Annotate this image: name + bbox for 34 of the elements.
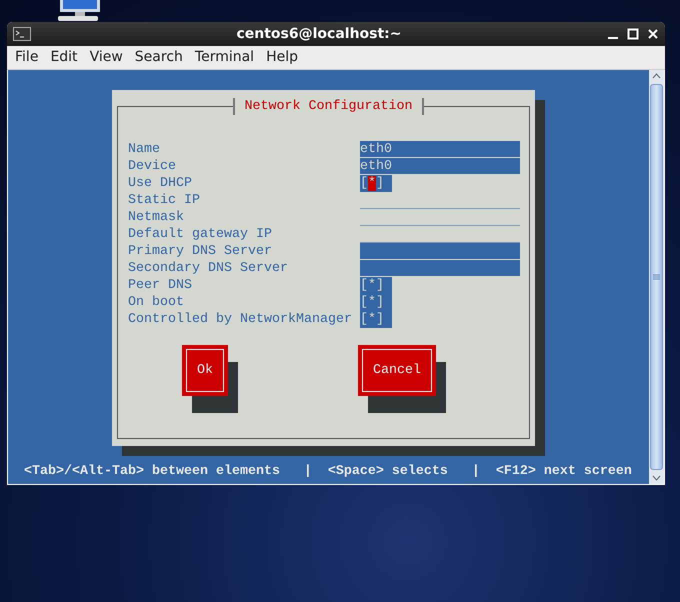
input-field[interactable]: eth0	[360, 158, 520, 175]
field-label: On boot	[128, 294, 185, 311]
checkbox[interactable]: [*]	[360, 277, 392, 294]
input-field[interactable]	[360, 260, 520, 277]
field-label: Device	[128, 158, 177, 175]
checkbox[interactable]: [*]	[360, 311, 392, 328]
cancel-button[interactable]: Cancel	[358, 345, 436, 396]
field-label: Secondary DNS Server	[128, 260, 289, 277]
ok-button[interactable]: Ok	[182, 345, 228, 396]
menu-item[interactable]: Terminal	[188, 47, 260, 68]
menu-item[interactable]: View	[84, 47, 129, 68]
checkbox[interactable]: [*]	[360, 175, 392, 192]
field-label: Primary DNS Server	[128, 243, 273, 260]
dialog-title: Network Configuration	[232, 98, 424, 115]
close-icon[interactable]	[647, 28, 659, 40]
field-label: Controlled by NetworkManager	[128, 311, 353, 328]
menu-item[interactable]: Search	[128, 47, 189, 68]
terminal-icon	[13, 27, 31, 41]
menu-item[interactable]: File	[9, 47, 44, 68]
checkbox[interactable]: [*]	[360, 294, 392, 311]
input-field[interactable]: eth0	[360, 141, 520, 158]
menu-item[interactable]: Edit	[44, 47, 84, 68]
field-label: Static IP	[128, 192, 201, 209]
field-label: Default gateway IP	[128, 226, 273, 243]
window-title: centos6@localhost:~	[235, 24, 403, 44]
field-label: Name	[128, 141, 161, 158]
menu-item[interactable]: Help	[260, 47, 304, 68]
maximize-icon[interactable]	[627, 28, 639, 40]
field-label: Peer DNS	[128, 277, 193, 294]
input-field[interactable]	[360, 243, 520, 260]
field-label: Netmask	[128, 209, 185, 226]
grip-icon	[653, 274, 660, 280]
status-line: <Tab>/<Alt-Tab> between elements | <Space> selects | <F12> next screen	[23, 463, 633, 480]
field-label: Use DHCP	[128, 175, 193, 192]
